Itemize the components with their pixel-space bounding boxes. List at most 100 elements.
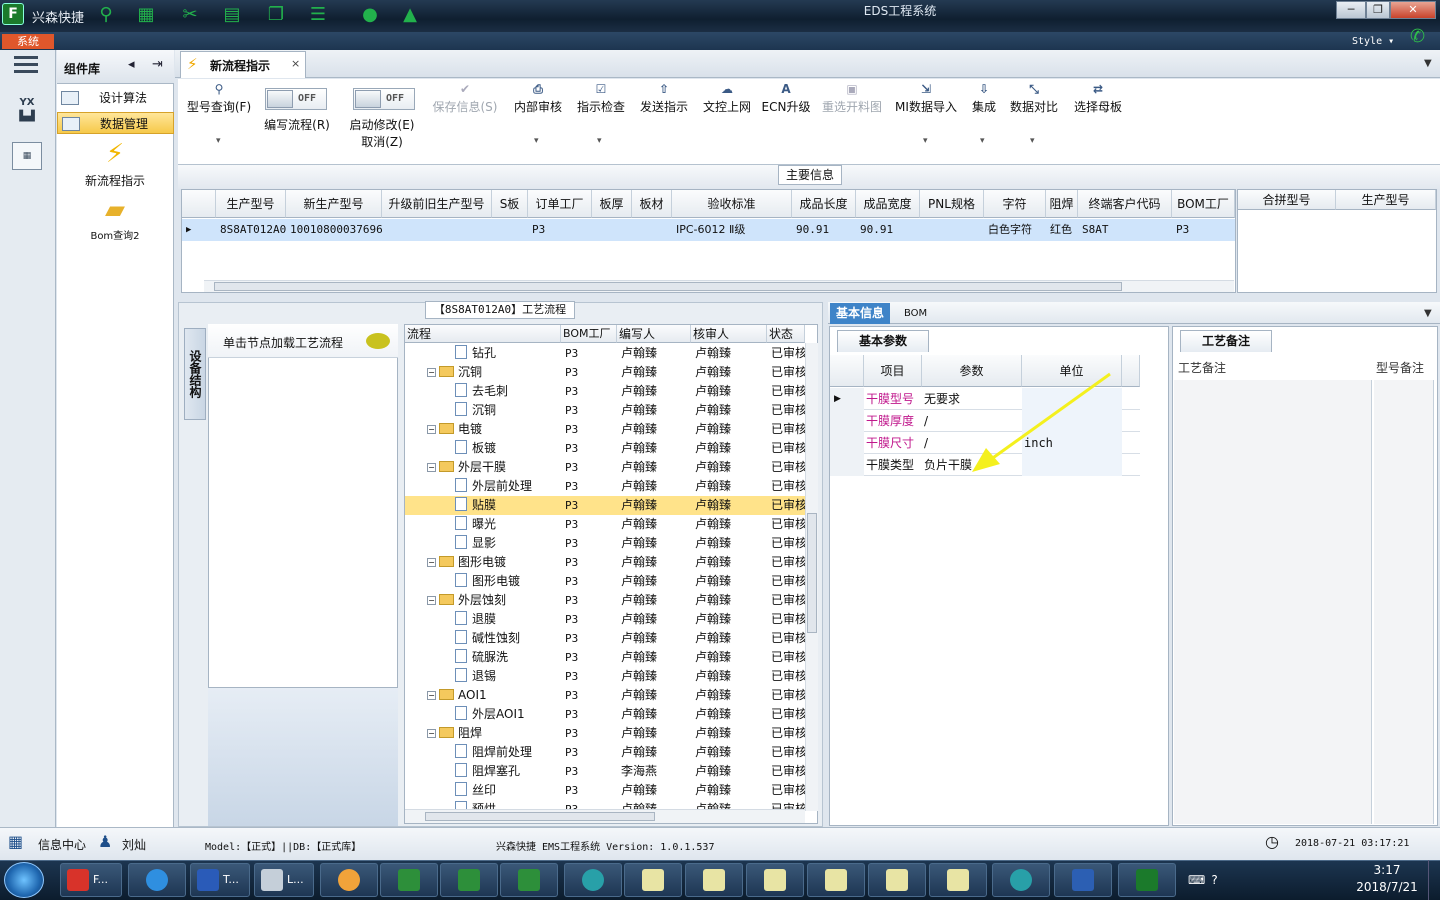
process-tree-row[interactable]: 板镀 P3 卢翰臻 卢翰臻 已审核	[405, 439, 805, 458]
taskbar-xwin[interactable]	[929, 863, 987, 897]
collapse-icon[interactable]: −	[427, 729, 436, 738]
main-grid-hscrollbar[interactable]	[204, 280, 1234, 292]
process-node-name[interactable]: 贴膜	[455, 496, 561, 515]
lightning-icon[interactable]: ⚡	[98, 138, 132, 170]
select-master-button[interactable]: ⇄ 选择母板	[1070, 82, 1126, 115]
taskbar-xwin[interactable]	[807, 863, 865, 897]
process-node-name[interactable]: 外层前处理	[455, 477, 561, 496]
taskbar-app[interactable]	[564, 863, 622, 897]
taskbar-excel[interactable]	[500, 863, 558, 897]
process-node-name[interactable]: 阻焊塞孔	[455, 762, 561, 781]
cell[interactable]	[920, 219, 984, 241]
col-header[interactable]: 流程	[405, 325, 561, 343]
style-menu[interactable]: Style ▾	[1352, 36, 1394, 47]
process-tree-row[interactable]: − 阻焊 P3 卢翰臻 卢翰臻 已审核	[405, 724, 805, 743]
internal-review-button[interactable]: ⎙ 内部审核	[510, 82, 566, 115]
model-query-dropdown-icon[interactable]: ▾	[216, 136, 221, 146]
mi-import-dropdown-icon[interactable]: ▾	[923, 136, 928, 146]
process-node-name[interactable]: 钻孔	[455, 344, 561, 363]
process-node-name[interactable]: − 外层干膜	[427, 458, 561, 477]
doc-upload-button[interactable]: ☁ 文控上网	[699, 82, 755, 115]
calendar-icon[interactable]: ▦	[12, 142, 42, 170]
notes-col-model[interactable]: 型号备注	[1376, 356, 1424, 380]
phone-icon[interactable]: ✆	[1410, 26, 1425, 47]
tab-bom[interactable]: BOM	[898, 303, 933, 324]
taskbar-item[interactable]: T...	[190, 863, 250, 897]
splitter[interactable]	[178, 294, 1440, 302]
process-node-name[interactable]: 外层AOI1	[455, 705, 561, 724]
process-tree-row[interactable]: 退锡 P3 卢翰臻 卢翰臻 已审核	[405, 667, 805, 686]
col-header[interactable]: 订单工厂	[528, 190, 592, 218]
process-tree-row[interactable]: − AOI1 P3 卢翰臻 卢翰臻 已审核	[405, 686, 805, 705]
collapse-icon[interactable]: −	[427, 425, 436, 434]
process-tree-row[interactable]: 硫脲洗 P3 卢翰臻 卢翰臻 已审核	[405, 648, 805, 667]
col-header[interactable]: 阻焊	[1046, 190, 1078, 218]
start-button[interactable]	[4, 862, 44, 898]
collapse-icon[interactable]: −	[427, 368, 436, 377]
collapse-icon[interactable]: −	[427, 596, 436, 605]
process-node-name[interactable]: 显影	[455, 534, 561, 553]
process-node-name[interactable]: − 图形电镀	[427, 553, 561, 572]
process-node-name[interactable]: 退锡	[455, 667, 561, 686]
model-notes-area[interactable]	[1374, 380, 1434, 824]
pin-icon[interactable]: ⇥	[152, 57, 163, 72]
hamburger-icon[interactable]	[14, 56, 38, 76]
col-header[interactable]: 字符	[984, 190, 1046, 218]
taskbar-clock[interactable]: 3:17 2018/7/21	[1350, 862, 1424, 898]
taskbar-xwin[interactable]	[624, 863, 682, 897]
mi-import-button[interactable]: ⇲ MI数据导入	[893, 82, 959, 115]
taskbar-xwin[interactable]	[868, 863, 926, 897]
taskbar-item[interactable]: L...	[254, 863, 314, 897]
taskbar-word[interactable]	[1054, 863, 1112, 897]
collapse-icon[interactable]: −	[427, 463, 436, 472]
process-node-name[interactable]: 丝印	[455, 781, 561, 800]
process-tree-row[interactable]: 钻孔 P3 卢翰臻 卢翰臻 已审核	[405, 344, 805, 363]
edit-flow-toggle[interactable]: OFF	[265, 88, 327, 110]
taskbar-excel[interactable]	[440, 863, 498, 897]
system-tray[interactable]: ⌨?⇅▴⚑▭●	[1188, 862, 1298, 898]
tab-basic-info[interactable]: 基本信息	[830, 303, 891, 324]
cell[interactable]: 90.91	[792, 219, 856, 241]
scroll-thumb[interactable]	[425, 812, 655, 821]
process-node-name[interactable]: 硫脲洗	[455, 648, 561, 667]
new-flow-instruction-label[interactable]: 新流程指示	[60, 172, 170, 189]
close-button[interactable]: ✕	[1390, 1, 1436, 19]
process-tree-row[interactable]: 图形电镀 P3 卢翰臻 卢翰臻 已审核	[405, 572, 805, 591]
vertical-tab-equipment-structure[interactable]: 设备结构	[184, 328, 206, 420]
col-header[interactable]: BOM工厂	[561, 325, 617, 343]
process-node-name[interactable]: 阻焊前处理	[455, 743, 561, 762]
minimize-button[interactable]: ─	[1336, 1, 1366, 19]
cell[interactable]: 10010800037696	[286, 219, 382, 241]
yx-factory-icon[interactable]: YX ▙▟	[10, 96, 44, 128]
col-header[interactable]: 验收标准	[672, 190, 792, 218]
process-tree-row[interactable]: − 沉铜 P3 卢翰臻 卢翰臻 已审核	[405, 363, 805, 382]
col-header[interactable]: 核审人	[691, 325, 767, 343]
process-node-name[interactable]: 图形电镀	[455, 572, 561, 591]
instruction-check-dropdown-icon[interactable]: ▾	[597, 136, 602, 146]
process-node-name[interactable]: 退膜	[455, 610, 561, 629]
collapse-left-icon[interactable]: ◂	[128, 57, 135, 72]
process-tree-row[interactable]: 贴膜 P3 卢翰臻 卢翰臻 已审核	[405, 496, 805, 515]
cell[interactable]: 8S8AT012A0	[216, 219, 286, 241]
scroll-thumb[interactable]	[807, 513, 817, 633]
process-tree-row[interactable]: − 外层干膜 P3 卢翰臻 卢翰臻 已审核	[405, 458, 805, 477]
col-header[interactable]: 升级前旧生产型号	[382, 190, 492, 218]
notes-col-process[interactable]: 工艺备注	[1178, 356, 1226, 380]
tab-new-flow-instruction[interactable]: ⚡ 新流程指示 ×	[180, 51, 306, 78]
comp-item-data-management[interactable]: 数据管理	[57, 112, 174, 134]
col-header[interactable]: 编写人	[617, 325, 691, 343]
process-tree-row[interactable]: 阻焊前处理 P3 卢翰臻 卢翰臻 已审核	[405, 743, 805, 762]
cell[interactable]	[592, 219, 632, 241]
panel-dropdown-icon[interactable]: ▼	[1424, 308, 1432, 319]
restore-button[interactable]: ❐	[1366, 1, 1390, 19]
col-header[interactable]: S板	[492, 190, 528, 218]
process-node-name[interactable]: 去毛刺	[455, 382, 561, 401]
cell[interactable]: 90.91	[856, 219, 920, 241]
windows-grid-icon[interactable]: ▦	[8, 832, 23, 851]
col-header[interactable]: 终端客户代码	[1078, 190, 1172, 218]
comp-item-design-algorithm[interactable]: 设计算法	[57, 87, 174, 109]
process-node-name[interactable]: − 沉铜	[427, 363, 561, 382]
ecn-upgrade-button[interactable]: A ECN升级	[760, 82, 812, 115]
process-tree-row[interactable]: 显影 P3 卢翰臻 卢翰臻 已审核	[405, 534, 805, 553]
save-info-button[interactable]: ✔ 保存信息(S)	[430, 82, 500, 115]
